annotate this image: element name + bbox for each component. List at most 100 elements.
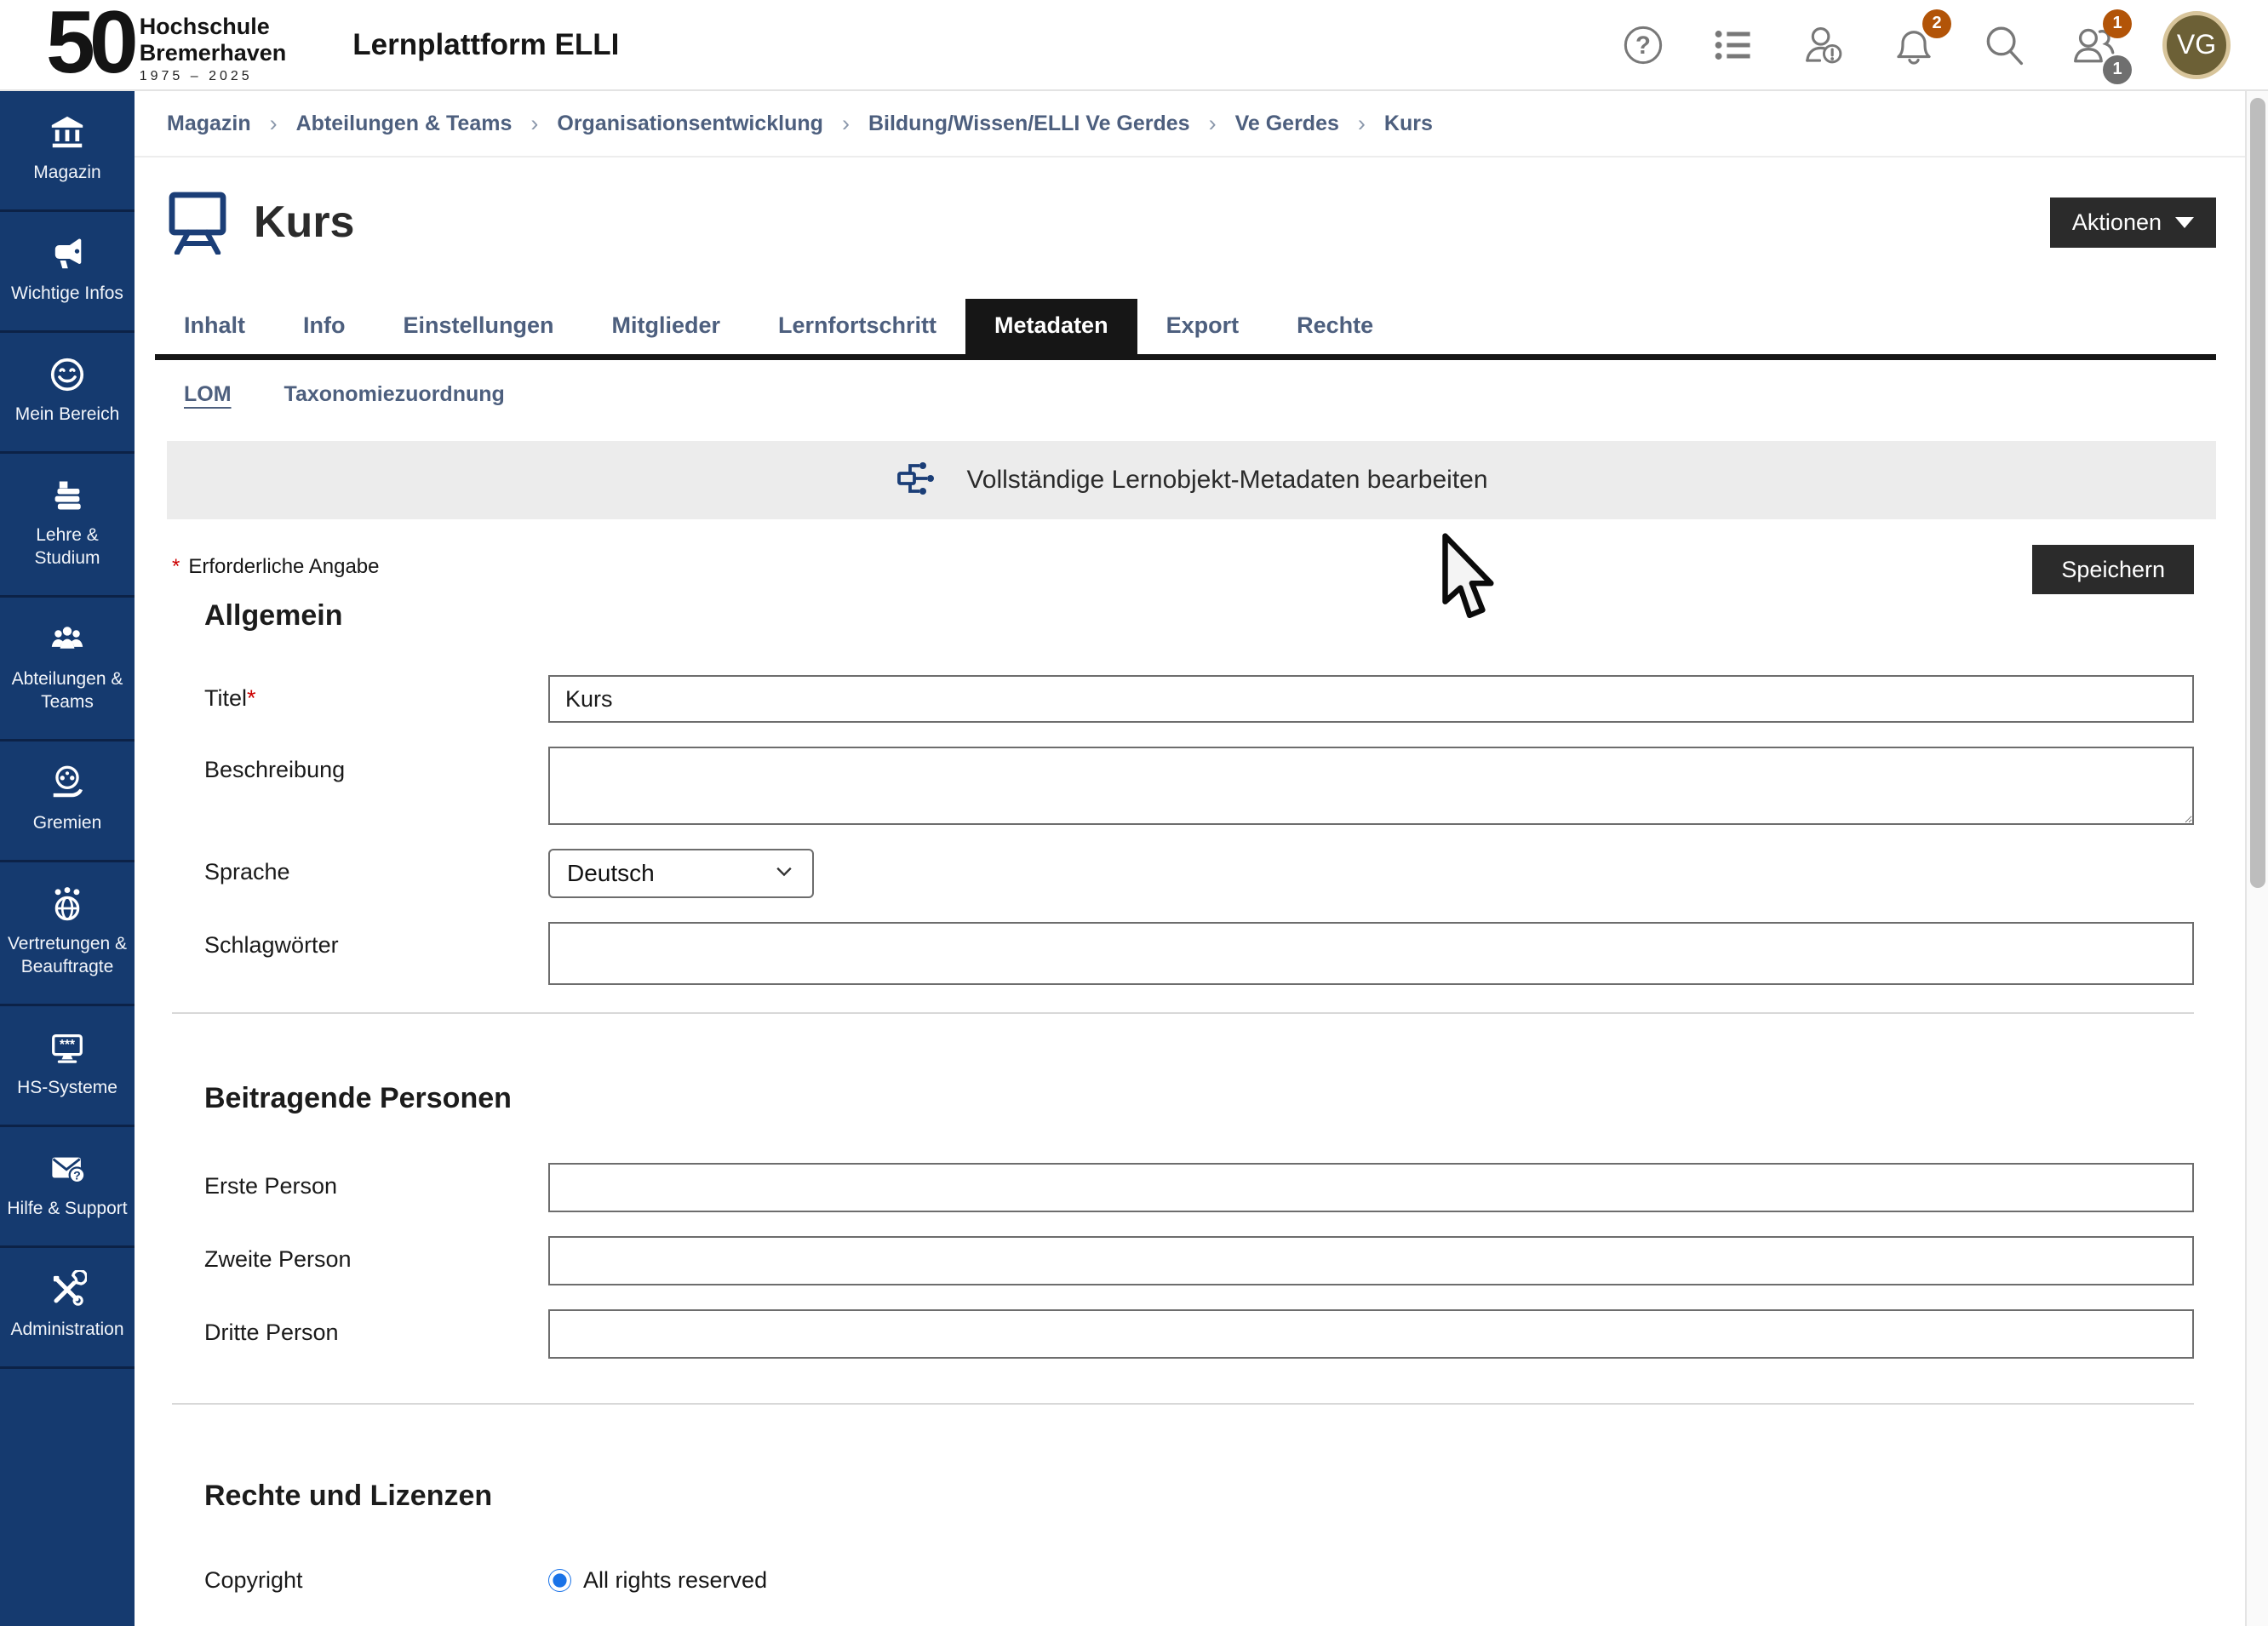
sidebar-item-administration[interactable]: Administration: [0, 1248, 135, 1369]
breadcrumb-separator: ›: [270, 111, 278, 137]
sidebar-item-lehre-studium[interactable]: Lehre & Studium: [0, 454, 135, 598]
sidebar-item-magazin[interactable]: Magazin: [0, 91, 135, 212]
sidebar-item-hs-systeme[interactable]: *** HS-Systeme: [0, 1006, 135, 1127]
tab-einstellungen[interactable]: Einstellungen: [374, 299, 582, 354]
subtab-lom[interactable]: LOM: [184, 382, 232, 407]
metadata-form: Allgemein Titel* Beschreibung Sprache De…: [204, 599, 2194, 1594]
tab-inhalt[interactable]: Inhalt: [155, 299, 274, 354]
actions-button[interactable]: Aktionen: [2050, 198, 2216, 248]
todo-list-button[interactable]: [1711, 23, 1755, 67]
avatar[interactable]: VG: [2162, 11, 2231, 79]
tab-metadaten[interactable]: Metadaten: [965, 299, 1137, 354]
sprache-select-value: Deutsch: [567, 860, 655, 887]
search-button[interactable]: [1982, 23, 2026, 67]
sidebar-item-label: Magazin: [33, 161, 100, 184]
breadcrumb-link[interactable]: Kurs: [1384, 112, 1433, 136]
erste-person-input[interactable]: [548, 1163, 2194, 1212]
sidebar-item-vertretungen[interactable]: Vertretungen & Beauftragte: [0, 862, 135, 1006]
logo-years: 1975 – 2025: [140, 69, 287, 84]
breadcrumb-link[interactable]: Abteilungen & Teams: [296, 112, 513, 136]
breadcrumb-separator: ›: [842, 111, 850, 137]
breadcrumb-link[interactable]: Magazin: [167, 112, 251, 136]
breadcrumb-link[interactable]: Ve Gerdes: [1235, 112, 1339, 136]
sidebar-item-label: Abteilungen & Teams: [3, 667, 131, 713]
who-is-online-button[interactable]: [1801, 23, 1846, 67]
svg-text:***: ***: [60, 1038, 75, 1052]
breadcrumb-separator: ›: [1358, 111, 1366, 137]
tab-rechte[interactable]: Rechte: [1268, 299, 1402, 354]
sprache-label: Sprache: [204, 849, 548, 885]
sidebar-item-abteilungen-teams[interactable]: Abteilungen & Teams: [0, 598, 135, 741]
tab-mitglieder[interactable]: Mitglieder: [583, 299, 750, 354]
copyright-radio[interactable]: [548, 1569, 571, 1592]
subtab-bar: LOM Taxonomiezuordnung: [184, 382, 2245, 407]
subtab-taxonomiezuordnung[interactable]: Taxonomiezuordnung: [284, 382, 505, 407]
section-title-beitragende: Beitragende Personen: [204, 1082, 2194, 1115]
breadcrumb-link[interactable]: Organisationsentwicklung: [557, 112, 823, 136]
section-title-rechte: Rechte und Lizenzen: [204, 1480, 2194, 1513]
save-button[interactable]: Speichern: [2032, 545, 2194, 594]
hub-share-icon: [895, 455, 942, 507]
tools-icon: [48, 1270, 87, 1309]
page-header: Kurs Aktionen: [167, 190, 2216, 255]
sidebar-item-gremien[interactable]: Gremien: [0, 741, 135, 862]
tab-bar: Inhalt Info Einstellungen Mitglieder Ler…: [155, 299, 2216, 360]
breadcrumb-link[interactable]: Bildung/Wissen/ELLI Ve Gerdes: [868, 112, 1190, 136]
scrollbar-thumb[interactable]: [2250, 98, 2265, 888]
logo-name-line1: Hochschule: [140, 14, 287, 40]
tab-lernfortschritt[interactable]: Lernfortschritt: [749, 299, 965, 354]
notifications-button[interactable]: 2: [1892, 23, 1936, 67]
sidebar-item-label: Vertretungen & Beauftragte: [3, 932, 131, 978]
banner-label: Vollständige Lernobjekt-Metadaten bearbe…: [966, 466, 1487, 495]
megaphone-icon: [48, 234, 87, 273]
people-group-icon: [48, 620, 87, 659]
titel-input[interactable]: [548, 675, 2194, 723]
beschreibung-textarea[interactable]: [548, 747, 2194, 825]
sidebar-item-wichtige-infos[interactable]: Wichtige Infos: [0, 212, 135, 333]
dritte-person-input[interactable]: [548, 1309, 2194, 1359]
edit-full-metadata-banner[interactable]: Vollständige Lernobjekt-Metadaten bearbe…: [167, 441, 2216, 519]
breadcrumb-separator: ›: [530, 111, 538, 137]
main-content: Magazin › Abteilungen & Teams › Organisa…: [135, 91, 2245, 1626]
field-row-dritte-person: Dritte Person: [204, 1309, 2194, 1359]
personen-fields: Erste Person Zweite Person Dritte Person: [204, 1163, 2194, 1359]
caret-down-icon: [2175, 217, 2194, 228]
field-row-copyright: Copyright All rights reserved: [204, 1567, 2194, 1594]
sidebar-item-label: Lehre & Studium: [3, 524, 131, 570]
zweite-person-input[interactable]: [548, 1236, 2194, 1285]
field-row-titel: Titel*: [204, 675, 2194, 723]
schlagwoerter-label: Schlagwörter: [204, 922, 548, 959]
beschreibung-label: Beschreibung: [204, 747, 548, 783]
sidebar-item-label: Administration: [10, 1318, 123, 1341]
sidebar-item-mein-bereich[interactable]: Mein Bereich: [0, 333, 135, 454]
breadcrumb-separator: ›: [1209, 111, 1217, 137]
contacts-badge-bottom: 1: [2103, 55, 2132, 84]
contacts-button[interactable]: 1 1: [2072, 23, 2116, 67]
top-bar: 50 Hochschule Bremerhaven 1975 – 2025 Le…: [0, 0, 2268, 91]
app-title: Lernplattform ELLI: [352, 28, 619, 62]
schlagwoerter-input[interactable]: [548, 922, 2194, 985]
tab-info[interactable]: Info: [274, 299, 374, 354]
copyright-option-label: All rights reserved: [583, 1567, 767, 1594]
required-and-save-row: *Erforderliche Angabe Speichern: [172, 545, 2194, 594]
bullet-list-icon: [1712, 24, 1755, 66]
sidebar-filler: [0, 1369, 135, 1626]
sidebar-item-label: Mein Bereich: [15, 403, 120, 426]
field-row-erste-person: Erste Person: [204, 1163, 2194, 1212]
user-alert-icon: [1801, 23, 1846, 67]
allgemein-fields: Titel* Beschreibung Sprache Deutsch: [204, 675, 2194, 985]
section-title-allgemein: Allgemein: [204, 599, 2194, 633]
sidebar: Magazin Wichtige Infos Mein Bereich: [0, 91, 135, 1626]
breadcrumb: Magazin › Abteilungen & Teams › Organisa…: [135, 91, 2245, 157]
sidebar-item-hilfe-support[interactable]: ? Hilfe & Support: [0, 1127, 135, 1248]
help-button[interactable]: ?: [1621, 23, 1665, 67]
notifications-badge: 2: [1922, 9, 1951, 38]
app-window: 50 Hochschule Bremerhaven 1975 – 2025 Le…: [0, 0, 2268, 1626]
sprache-select[interactable]: Deutsch: [548, 849, 814, 898]
sidebar-item-label: Hilfe & Support: [7, 1197, 127, 1220]
tab-export[interactable]: Export: [1137, 299, 1269, 354]
vertical-scrollbar[interactable]: [2245, 91, 2268, 1626]
university-logo[interactable]: 50 Hochschule Bremerhaven 1975 – 2025: [46, 5, 286, 84]
help-icon: ?: [1622, 24, 1664, 66]
bank-icon: [48, 113, 87, 152]
